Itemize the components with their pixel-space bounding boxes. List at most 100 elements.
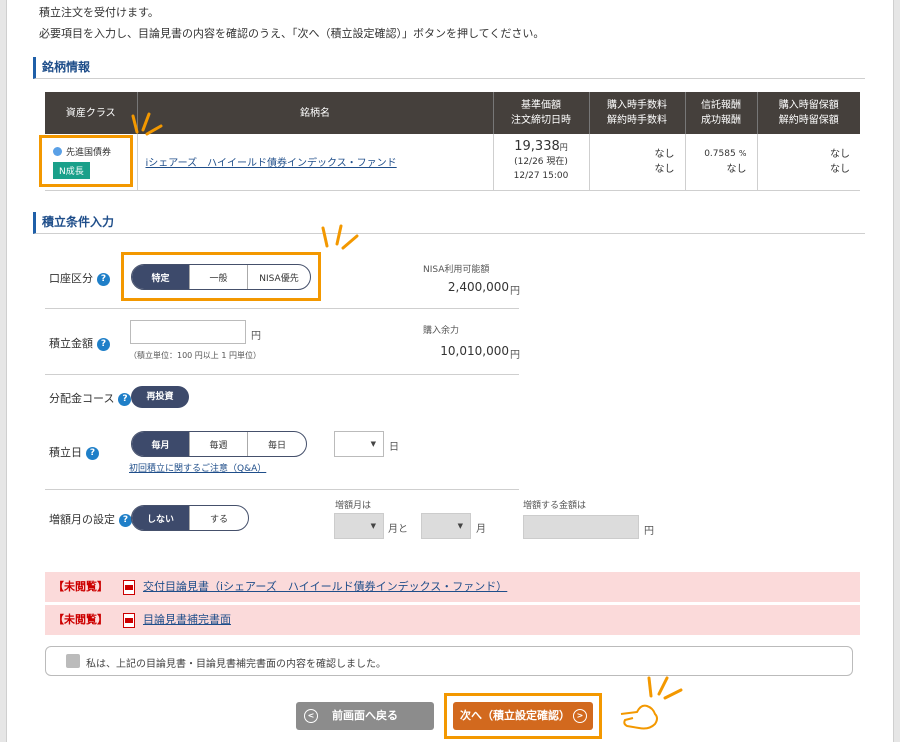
day-unit: 日 [389, 442, 399, 453]
redemption-reserve: なし [830, 163, 850, 175]
divider [45, 308, 519, 309]
fund-row: 先進国債券 N成長 iシェアーズ ハイイールド債券インデックス・ファンド 19,… [45, 134, 860, 191]
chevron-right-icon: > [573, 709, 587, 723]
chevron-down-icon: ▼ [370, 522, 376, 530]
pdf-icon [123, 613, 135, 628]
nisa-yen: 円 [510, 286, 520, 297]
document-notice-1: 【未閲覧】 交付目論見書（iシェアーズ ハイイールド債券インデックス・ファンド） [45, 572, 860, 602]
reinvest-pill[interactable]: 再投資 [131, 386, 189, 408]
increase-yen: 円 [644, 526, 654, 537]
amount-label-text: 積立金額 [49, 337, 93, 350]
header-fund-name: 銘柄名 [137, 92, 494, 134]
distribution-label-text: 分配金コース [49, 392, 115, 405]
cell-reserve: なし なし [757, 134, 860, 191]
schedule-option-monthly[interactable]: 毎月 [132, 432, 190, 456]
fund-table: 資産クラス 銘柄名 基準価額 注文締切日時 購入時手数料 解約時手数料 信託報酬… [45, 92, 860, 191]
header-trust-line2: 成功報酬 [701, 115, 741, 126]
help-icon[interactable]: ? [86, 446, 99, 460]
unread-tag: 【未閲覧】 [53, 613, 108, 626]
buying-power-label: 購入余力 [423, 326, 460, 336]
schedule-segment: 毎月 毎週 毎日 [131, 431, 307, 457]
order-deadline: 12/27 15:00 [513, 171, 569, 182]
fund-name-link[interactable]: iシェアーズ ハイイールド債券インデックス・ファンド [146, 158, 397, 169]
nisa-available-amount: 2,400,000 [447, 280, 509, 294]
supplement-link[interactable]: 目論見書補完書面 [143, 605, 231, 635]
amount-yen: 円 [251, 331, 261, 342]
increase-label-text: 増額月の設定 [49, 513, 115, 526]
nav-value: 19,338 [514, 139, 560, 155]
day-select[interactable]: ▼ [334, 431, 384, 457]
schedule-option-daily[interactable]: 毎日 [248, 432, 306, 456]
header-reserve-line1: 購入時留保額 [778, 100, 839, 111]
buying-power-amount: 10,010,000 [440, 344, 509, 358]
trust-fee-unit: % [738, 149, 747, 159]
header-fees: 購入時手数料 解約時手数料 [589, 92, 686, 134]
confirm-box: 私は、上記の目論見書・目論見書補完書面の内容を確認しました。 [45, 646, 853, 676]
nisa-available-label: NISA利用可能額 [423, 265, 490, 275]
section-title-conditions: 積立条件入力 [33, 212, 865, 234]
header-fee-line2: 解約時手数料 [607, 115, 667, 126]
amount-input[interactable] [130, 320, 246, 344]
intro-text-1: 積立注文を受付けます。 [39, 6, 159, 19]
purchase-fee: なし [654, 148, 675, 160]
increase-option-no[interactable]: しない [132, 506, 190, 530]
increase-amount-label: 増額する金額は [523, 501, 587, 511]
header-fee-line1: 購入時手数料 [607, 100, 667, 111]
header-nav-line2: 注文締切日時 [511, 115, 571, 126]
chevron-down-icon: ▼ [457, 522, 463, 530]
unread-tag: 【未閲覧】 [53, 580, 108, 593]
intro-text-2: 必要項目を入力し、目論見書の内容を確認のうえ、「次へ（積立設定確認）」ボタンを押… [39, 27, 545, 40]
help-icon[interactable]: ? [97, 272, 110, 286]
spark-icon [647, 676, 683, 700]
increase-amount-input[interactable] [523, 515, 639, 539]
section-title-fund: 銘柄情報 [33, 57, 865, 79]
account-label: 口座区分? [49, 270, 110, 286]
increase-option-yes[interactable]: する [190, 506, 248, 530]
back-button-label: 前画面へ戻る [332, 709, 398, 722]
next-button[interactable]: 次へ（積立設定確認） > [453, 702, 593, 730]
cell-trust: 0.7585 % なし [685, 134, 758, 191]
header-nav-line1: 基準価額 [521, 100, 561, 111]
page-frame: 積立注文を受付けます。 必要項目を入力し、目論見書の内容を確認のうえ、「次へ（積… [6, 0, 894, 742]
schedule-label-text: 積立日 [49, 446, 82, 459]
header-reserve-line2: 解約時留保額 [778, 115, 839, 126]
header-trust-line1: 信託報酬 [701, 100, 741, 111]
spark-icon [321, 224, 359, 250]
increase-label: 増額月の設定? [49, 511, 132, 527]
help-icon[interactable]: ? [119, 513, 132, 527]
increase-month-1-select[interactable]: ▼ [334, 513, 384, 539]
amount-unit-note: （積立単位：100 円以上 1 円単位） [129, 351, 261, 360]
buying-power-yen: 円 [510, 350, 520, 361]
spark-icon [131, 112, 163, 136]
header-asset-class: 資産クラス [45, 92, 138, 134]
schedule-label: 積立日? [49, 444, 99, 460]
confirm-text: 私は、上記の目論見書・目論見書補完書面の内容を確認しました。 [86, 659, 386, 670]
success-fee: なし [726, 164, 747, 176]
nav-date: (12/26 現在) [514, 157, 568, 168]
faq-link[interactable]: 初回積立に関するご注意（Q&A） [129, 461, 266, 474]
pdf-icon [123, 580, 135, 595]
back-button[interactable]: < 前画面へ戻る [296, 702, 434, 730]
prospectus-link[interactable]: 交付目論見書（iシェアーズ ハイイールド債券インデックス・ファンド） [143, 572, 507, 602]
next-button-label: 次へ（積立設定確認） [460, 709, 570, 722]
account-label-text: 口座区分 [49, 272, 93, 285]
header-nav: 基準価額 注文締切日時 [493, 92, 590, 134]
highlight-asset-class [39, 135, 133, 187]
header-trust-fee: 信託報酬 成功報酬 [685, 92, 758, 134]
help-icon[interactable]: ? [118, 392, 132, 406]
help-icon[interactable]: ? [97, 337, 110, 351]
purchase-reserve: なし [830, 148, 850, 160]
increase-month-label: 増額月は [335, 501, 372, 511]
confirm-checkbox[interactable] [66, 654, 80, 668]
schedule-option-weekly[interactable]: 毎週 [190, 432, 248, 456]
pointing-hand-icon [620, 704, 658, 730]
amount-label: 積立金額? [49, 335, 110, 351]
redemption-fee: なし [654, 163, 675, 175]
header-reserve: 購入時留保額 解約時留保額 [757, 92, 860, 134]
cell-fees: なし なし [589, 134, 686, 191]
cell-nav: 19,338円 (12/26 現在) 12/27 15:00 [493, 134, 590, 191]
month-sep-1: 月と [388, 524, 408, 535]
distribution-label: 分配金コース? [49, 390, 132, 406]
highlight-account [121, 252, 321, 301]
increase-month-2-select[interactable]: ▼ [421, 513, 471, 539]
